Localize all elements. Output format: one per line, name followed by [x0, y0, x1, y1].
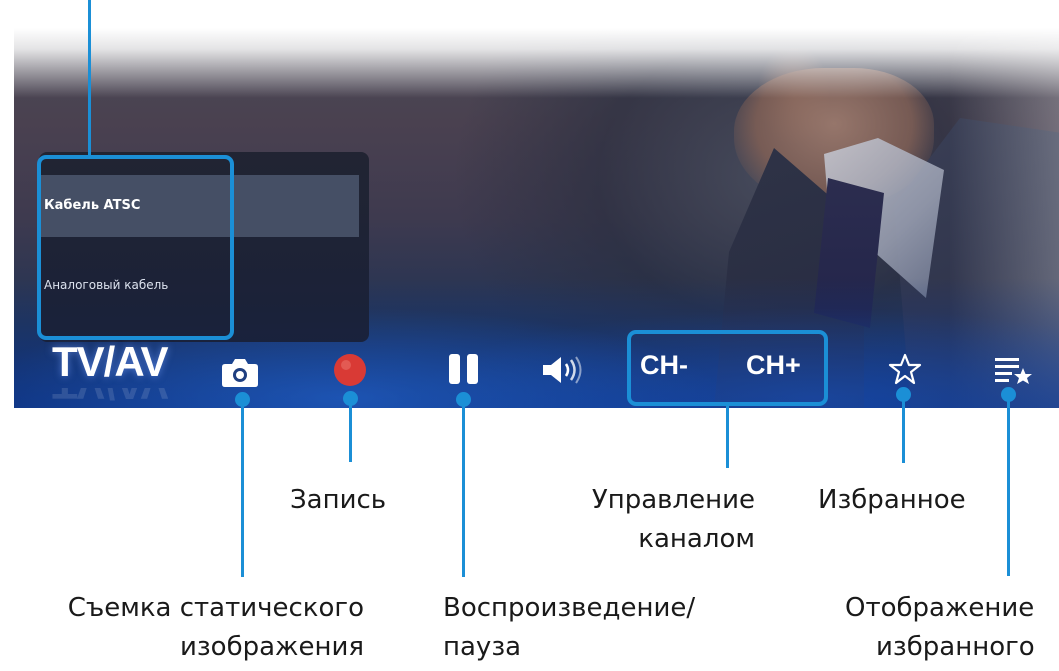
source-menu-highlight-box [37, 155, 234, 340]
channel-control-highlight-box [627, 330, 828, 406]
favorites-label: Избранное [818, 485, 966, 515]
show-favorites-callout-line [1007, 395, 1010, 576]
show-favorites-label-line1: Отображение [845, 593, 1035, 623]
tvav-button[interactable]: TV/AV [52, 338, 169, 386]
favorites-list-icon[interactable] [994, 354, 1034, 388]
record-label: Запись [290, 485, 387, 515]
play-pause-label-line1: Воспроизведение/ [443, 593, 696, 623]
play-pause-callout-line [462, 400, 465, 577]
speaker-icon[interactable] [541, 354, 585, 386]
channel-control-callout-line [726, 406, 729, 468]
favorites-callout-line [902, 395, 905, 463]
channel-control-label-line2: каналом [638, 524, 755, 554]
snapshot-label-line1: Съемка статического [67, 593, 364, 623]
snapshot-callout-line [241, 400, 244, 577]
snapshot-label-line2: изображения [179, 632, 364, 662]
channel-control-label-line1: Управление [591, 485, 755, 515]
record-callout-line [349, 399, 352, 462]
camera-icon[interactable] [221, 356, 259, 388]
tvav-reflection: TV/AV [52, 388, 168, 408]
star-icon[interactable] [888, 352, 922, 386]
record-icon[interactable] [332, 352, 368, 388]
top-fade [14, 28, 1059, 98]
show-favorites-label-line2: избранного [876, 632, 1035, 662]
play-pause-label-line2: пауза [443, 632, 522, 662]
pause-icon[interactable] [447, 352, 481, 386]
source-menu-callout-line [88, 0, 91, 157]
